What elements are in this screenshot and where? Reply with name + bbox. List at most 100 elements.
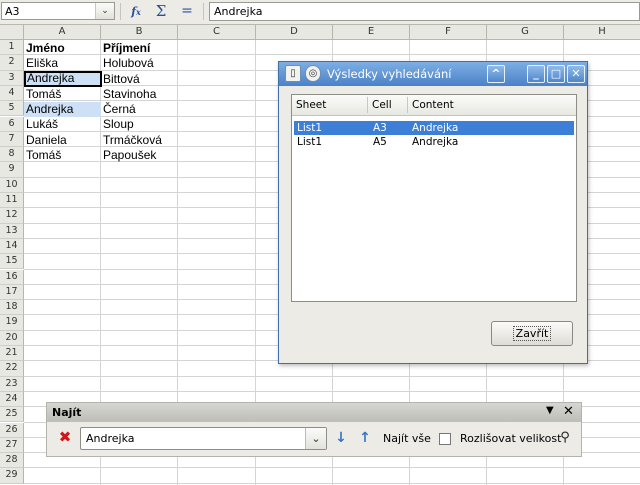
row-header[interactable]: 22 xyxy=(0,361,24,377)
row-header[interactable]: 9 xyxy=(0,162,24,178)
row-header[interactable]: 7 xyxy=(0,131,24,148)
find-replace-icon[interactable]: ⚲ xyxy=(557,430,573,446)
name-box-value: A3 xyxy=(5,5,20,18)
cell-A4[interactable]: Tomáš xyxy=(24,87,101,102)
formula-value: Andrejka xyxy=(214,5,263,18)
equals-icon[interactable]: = xyxy=(177,2,197,21)
find-toolbar-titlebar[interactable]: Najít ▼ ✕ xyxy=(47,403,581,422)
column-header-content[interactable]: Content xyxy=(412,99,454,111)
cell-B1[interactable]: Příjmení xyxy=(101,41,178,56)
cell-A1[interactable]: Jméno xyxy=(24,41,101,56)
cell-A3[interactable]: Andrejka xyxy=(24,71,102,87)
name-box[interactable]: A3 ⌄ xyxy=(1,2,115,20)
shade-icon[interactable]: ^ xyxy=(487,65,505,83)
cell-B2[interactable]: Holubová xyxy=(101,56,178,71)
cell-A2[interactable]: Eliška xyxy=(24,56,101,71)
clear-search-icon[interactable]: ✖ xyxy=(57,429,73,445)
column-header-d[interactable]: D xyxy=(256,25,333,40)
cell-B6[interactable]: Sloup xyxy=(101,117,178,132)
column-header-h[interactable]: H xyxy=(564,25,640,40)
row-header[interactable]: 27 xyxy=(0,437,24,454)
match-case-checkbox[interactable] xyxy=(439,433,451,445)
row-header[interactable]: 4 xyxy=(0,85,24,102)
function-wizard-icon[interactable]: fx xyxy=(126,2,146,21)
close-button-label: Zavřít xyxy=(512,326,552,341)
cell-A5[interactable]: Andrejka xyxy=(24,102,101,117)
cell-B3[interactable]: Bittová xyxy=(101,72,178,87)
formula-input[interactable]: Andrejka xyxy=(209,2,640,21)
row-header[interactable]: 21 xyxy=(0,346,24,362)
row-header[interactable]: 24 xyxy=(0,391,24,408)
column-header-b[interactable]: B xyxy=(101,25,178,40)
cell-A8[interactable]: Tomáš xyxy=(24,148,101,163)
chevron-down-icon[interactable]: ⌄ xyxy=(95,3,114,19)
find-all-button[interactable]: Najít vše xyxy=(383,432,431,445)
column-header-cell[interactable]: Cell xyxy=(372,99,392,111)
row-header[interactable]: 17 xyxy=(0,284,24,301)
find-next-icon[interactable]: ↓ xyxy=(333,430,349,446)
row-header[interactable]: 14 xyxy=(0,238,24,255)
row-header[interactable]: 13 xyxy=(0,223,24,239)
find-toolbar-title: Najít xyxy=(52,406,82,419)
row-header[interactable]: 6 xyxy=(0,116,24,132)
dialog-titlebar[interactable]: ▯ ◎ Výsledky vyhledávání ^ _ □ ✕ xyxy=(279,62,587,86)
result-cell: A3 xyxy=(373,122,387,134)
sum-icon[interactable]: Σ xyxy=(151,2,171,21)
maximize-icon[interactable]: □ xyxy=(547,65,565,83)
search-results-dialog: ▯ ◎ Výsledky vyhledávání ^ _ □ ✕ Sheet C… xyxy=(278,61,588,364)
toolbar-menu-icon[interactable]: ▼ xyxy=(546,405,554,416)
select-all-corner[interactable] xyxy=(0,25,24,40)
column-header-sheet[interactable]: Sheet xyxy=(296,99,326,111)
row-header[interactable]: 23 xyxy=(0,376,24,392)
row-header[interactable]: 11 xyxy=(0,193,24,209)
cell-A7[interactable]: Daniela xyxy=(24,133,101,148)
close-button[interactable]: Zavřít xyxy=(491,321,573,346)
row-header[interactable]: 29 xyxy=(0,468,24,484)
row-header[interactable]: 28 xyxy=(0,453,24,469)
row-header[interactable]: 1 xyxy=(0,40,24,56)
find-input[interactable]: Andrejka ⌄ xyxy=(80,427,327,450)
result-sheet: List1 xyxy=(297,122,323,134)
formula-bar: A3 ⌄ fx Σ = Andrejka xyxy=(0,0,640,25)
row-header[interactable]: 5 xyxy=(0,101,24,117)
minimize-icon[interactable]: _ xyxy=(527,65,545,83)
header-separator xyxy=(407,97,408,113)
row-header[interactable]: 26 xyxy=(0,422,24,438)
cell-B5[interactable]: Černá xyxy=(101,102,178,117)
row-header[interactable]: 25 xyxy=(0,407,24,423)
row-header[interactable]: 2 xyxy=(0,55,24,71)
result-row[interactable]: List1 A3 Andrejka xyxy=(294,121,574,135)
row-header[interactable]: 10 xyxy=(0,177,24,193)
chevron-down-icon[interactable]: ⌄ xyxy=(305,428,326,449)
close-icon[interactable]: ✕ xyxy=(563,404,574,419)
column-header-f[interactable]: F xyxy=(410,25,487,40)
column-header-a[interactable]: A xyxy=(24,25,101,40)
find-toolbar: Najít ▼ ✕ ✖ Andrejka ⌄ ↓ ↑ Najít vše Roz… xyxy=(46,402,582,457)
cell-B8[interactable]: Papoušek xyxy=(101,148,178,163)
find-input-value: Andrejka xyxy=(86,432,135,445)
row-header[interactable]: 12 xyxy=(0,208,24,224)
toolbar-separator xyxy=(203,3,204,20)
row-header[interactable]: 16 xyxy=(0,269,24,285)
cell-B4[interactable]: Stavinoha xyxy=(101,87,178,102)
cell-A6[interactable]: Lukáš xyxy=(24,117,101,132)
dialog-title: Výsledky vyhledávání xyxy=(327,67,452,81)
column-header-c[interactable]: C xyxy=(178,25,256,40)
column-header-g[interactable]: G xyxy=(487,25,564,40)
row-header[interactable]: 3 xyxy=(0,70,24,86)
result-row[interactable]: List1 A5 Andrejka xyxy=(294,135,574,149)
row-header[interactable]: 18 xyxy=(0,300,24,316)
row-header[interactable]: 19 xyxy=(0,315,24,331)
row-header[interactable]: 20 xyxy=(0,330,24,346)
close-icon[interactable]: ✕ xyxy=(567,65,585,83)
row-header[interactable]: 8 xyxy=(0,147,24,163)
column-header-e[interactable]: E xyxy=(333,25,410,40)
window-menu-icon[interactable]: ◎ xyxy=(305,65,321,82)
find-previous-icon[interactable]: ↑ xyxy=(357,430,373,446)
match-case-label[interactable]: Rozlišovat velikost xyxy=(460,432,561,445)
results-list[interactable]: Sheet Cell Content List1 A3 Andrejka Lis… xyxy=(291,94,577,302)
result-sheet: List1 xyxy=(297,136,323,148)
result-cell: A5 xyxy=(373,136,387,148)
cell-B7[interactable]: Trmáčková xyxy=(101,133,178,148)
row-header[interactable]: 15 xyxy=(0,254,24,270)
